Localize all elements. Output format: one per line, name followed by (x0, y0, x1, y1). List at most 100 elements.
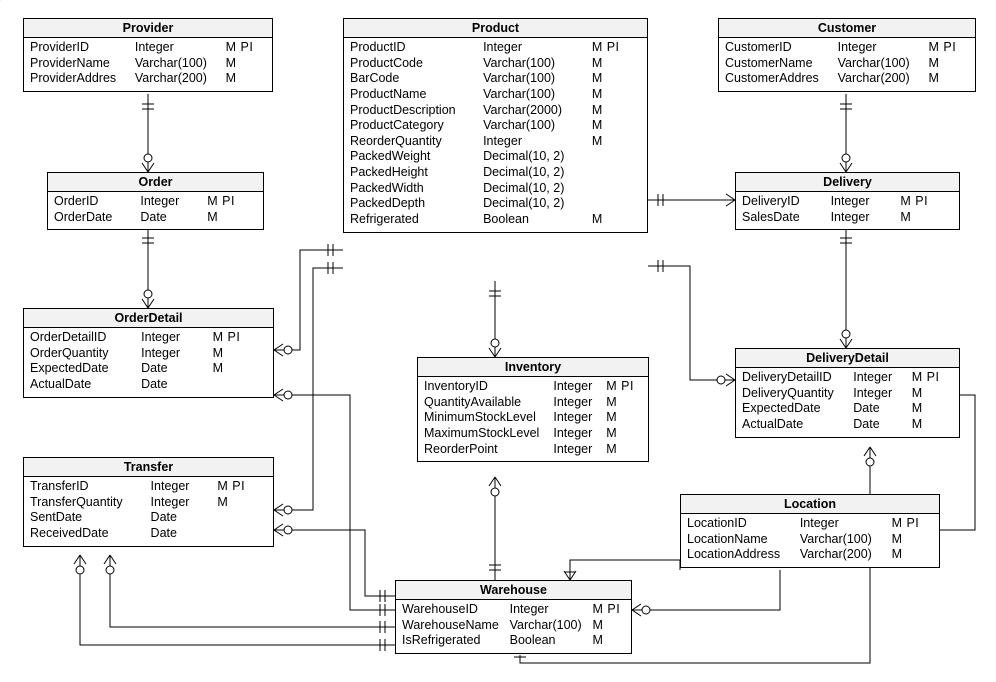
attr-name: ReceivedDate (30, 526, 145, 542)
attr-flags: M (592, 134, 641, 150)
attr-name: LocationAddress (687, 547, 794, 563)
attr-flags: M PI (213, 330, 267, 346)
entity-inventory: Inventory InventoryIDIntegerM PIQuantity… (417, 357, 649, 462)
attr-type: Integer (838, 40, 923, 56)
attr-flags: M (226, 56, 266, 72)
attr-type: Boolean (483, 212, 586, 228)
attr-type: Varchar(100) (483, 87, 586, 103)
entity-warehouse: Warehouse WarehouseIDIntegerM PIWarehous… (395, 580, 632, 654)
attr-name: ReorderPoint (424, 442, 547, 458)
attr-type: Date (141, 361, 207, 377)
attr-type: Integer (151, 495, 212, 511)
attr-name: TransferQuantity (30, 495, 145, 511)
entity-customer: Customer CustomerIDIntegerM PICustomerNa… (718, 18, 976, 92)
entity-orderdetail: OrderDetail OrderDetailIDIntegerM PIOrde… (23, 308, 274, 398)
entity-title: Delivery (736, 173, 959, 192)
entity-title: Provider (24, 19, 272, 38)
entity-location: Location LocationIDIntegerM PILocationNa… (680, 494, 940, 568)
attr-type: Integer (853, 370, 905, 386)
entity-attrs: OrderIDIntegerM PIOrderDateDateM (48, 192, 263, 229)
rel-product-inventory (489, 281, 501, 357)
attr-name: ReorderQuantity (350, 134, 477, 150)
attr-name: ProviderName (30, 56, 129, 72)
attr-type: Decimal(10, 2) (483, 149, 586, 165)
rel-product-orderdetail (274, 244, 343, 356)
attr-type: Integer (553, 442, 600, 458)
attr-flags (217, 510, 267, 526)
attr-name: IsRefrigerated (402, 633, 504, 649)
attr-type: Varchar(100) (800, 532, 886, 548)
rel-delivery-deliverydetail (840, 228, 852, 348)
attr-flags: M PI (892, 516, 933, 532)
attr-flags: M (900, 210, 953, 226)
attr-type: Varchar(100) (483, 56, 586, 72)
attr-flags: M (592, 212, 641, 228)
attr-type: Integer (151, 479, 212, 495)
attr-flags: M (217, 495, 267, 511)
attr-name: PackedWidth (350, 181, 477, 197)
rel-customer-delivery (840, 94, 852, 172)
rel-transfer-warehouse-2 (104, 555, 395, 633)
attr-flags: M (606, 442, 642, 458)
attr-type: Integer (800, 516, 886, 532)
attr-flags: M (592, 118, 641, 134)
entity-attrs: InventoryIDIntegerM PIQuantityAvailableI… (418, 377, 648, 461)
attr-type: Varchar(100) (483, 118, 586, 134)
attr-flags: M (912, 386, 953, 402)
attr-flags: M (592, 87, 641, 103)
attr-name: ExpectedDate (742, 401, 847, 417)
entity-title: Location (681, 495, 939, 514)
attr-name: ActualDate (30, 377, 135, 393)
attr-type: Varchar(200) (135, 71, 220, 87)
attr-name: CustomerAddres (725, 71, 832, 87)
attr-name: ProviderID (30, 40, 129, 56)
attr-flags (592, 149, 641, 165)
entity-attrs: CustomerIDIntegerM PICustomerNameVarchar… (719, 38, 975, 91)
attr-flags: M (606, 426, 642, 442)
attr-type: Date (140, 210, 201, 226)
attr-type: Integer (141, 346, 207, 362)
attr-type: Varchar(100) (838, 56, 923, 72)
attr-type: Decimal(10, 2) (483, 165, 586, 181)
attr-name: WarehouseName (402, 618, 504, 634)
attr-flags: M (592, 618, 625, 634)
attr-type: Integer (483, 40, 586, 56)
attr-flags: M PI (592, 602, 625, 618)
attr-flags: M (226, 71, 266, 87)
attr-name: ProductCode (350, 56, 477, 72)
attr-flags: M (892, 547, 933, 563)
attr-flags: M (928, 56, 969, 72)
attr-flags: M PI (226, 40, 266, 56)
attr-flags: M PI (217, 479, 267, 495)
attr-name: InventoryID (424, 379, 547, 395)
attr-name: ProductDescription (350, 103, 477, 119)
attr-flags: M (213, 346, 267, 362)
entity-transfer: Transfer TransferIDIntegerM PITransferQu… (23, 457, 274, 547)
entity-attrs: ProviderIDIntegerM PIProviderNameVarchar… (24, 38, 272, 91)
attr-name: ActualDate (742, 417, 847, 433)
rel-transfer-warehouse-3 (274, 524, 395, 602)
entity-attrs: WarehouseIDIntegerM PIWarehouseNameVarch… (396, 600, 631, 653)
attr-type: Integer (483, 134, 586, 150)
attr-type: Date (853, 401, 905, 417)
attr-name: ProductID (350, 40, 477, 56)
attr-type: Integer (553, 410, 600, 426)
entity-title: Product (344, 19, 647, 38)
rel-orderdetail-warehouse (274, 389, 395, 616)
attr-flags: M PI (592, 40, 641, 56)
rel-product-deliverydetail (648, 260, 735, 386)
entity-product: Product ProductID Integer M PI ProductCode V… (343, 18, 648, 233)
attr-flags: M (592, 633, 625, 649)
attr-flags: M PI (912, 370, 953, 386)
attr-flags: M PI (606, 379, 642, 395)
attr-flags: M (912, 401, 953, 417)
attr-name: WarehouseID (402, 602, 504, 618)
attr-type: Integer (831, 194, 895, 210)
attr-name: DeliveryID (742, 194, 825, 210)
attr-type: Date (151, 526, 212, 542)
attr-type: Varchar(100) (483, 71, 586, 87)
attr-name: BarCode (350, 71, 477, 87)
attr-name: LocationName (687, 532, 794, 548)
attr-flags: M (592, 56, 641, 72)
attr-flags: M (892, 532, 933, 548)
